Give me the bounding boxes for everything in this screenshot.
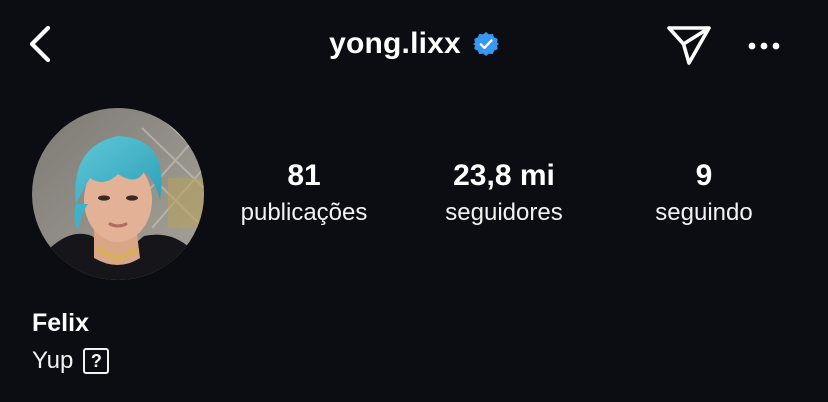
following-count: 9 [695,159,713,192]
paper-plane-icon [667,26,711,65]
chevron-left-icon [29,25,51,63]
stat-followers[interactable]: 23,8 mi seguidores [426,156,582,230]
more-horizontal-icon [748,42,780,50]
display-name: Felix [32,309,89,337]
unknown-emoji-icon: ? [83,348,110,374]
bio: Yup ? [32,344,110,378]
posts-label: publicações [240,199,368,226]
profile-header: yong.lixx [0,0,828,90]
followers-count: 23,8 mi [453,159,555,192]
back-button[interactable] [18,22,62,66]
avatar[interactable] [32,108,204,280]
stat-posts[interactable]: 81 publicações [222,156,386,230]
send-button[interactable] [664,22,714,68]
following-label: seguindo [655,199,753,226]
bio-text: Yup [32,347,74,374]
profile-photo [32,108,204,280]
username: yong.lixx [329,27,461,60]
followers-label: seguidores [445,199,563,226]
stat-following[interactable]: 9 seguindo [630,156,778,230]
posts-count: 81 [287,159,321,192]
more-options-button[interactable] [742,26,786,66]
verified-badge-icon [472,31,499,57]
profile-screen: yong.lixx 81 publicações 23,8 mi seguido… [0,0,828,402]
